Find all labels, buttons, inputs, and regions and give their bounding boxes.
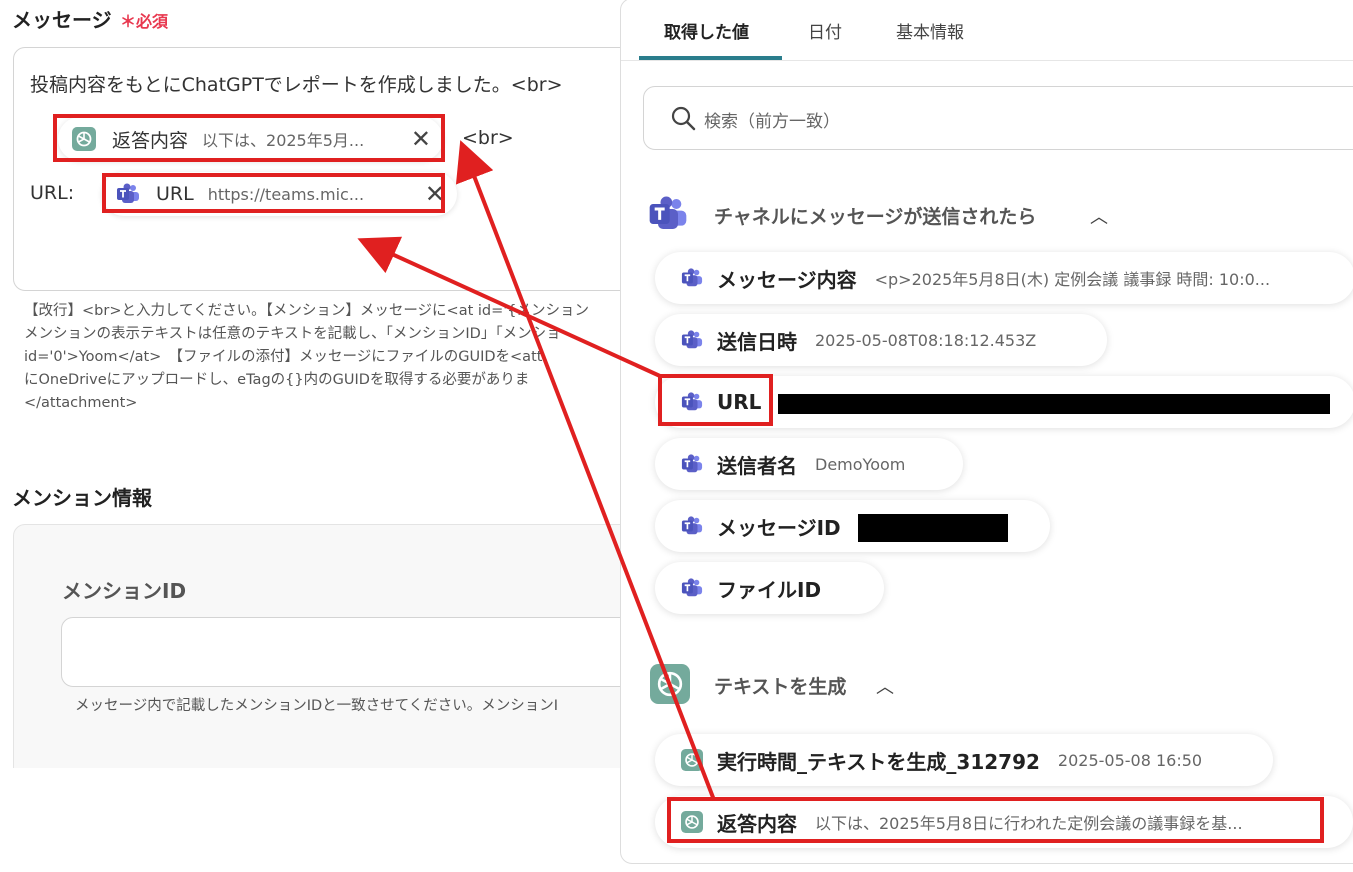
arrow-response-to-tag xyxy=(455,140,716,801)
arrow-url-to-tag xyxy=(357,236,661,378)
annotation-arrows xyxy=(357,140,716,801)
